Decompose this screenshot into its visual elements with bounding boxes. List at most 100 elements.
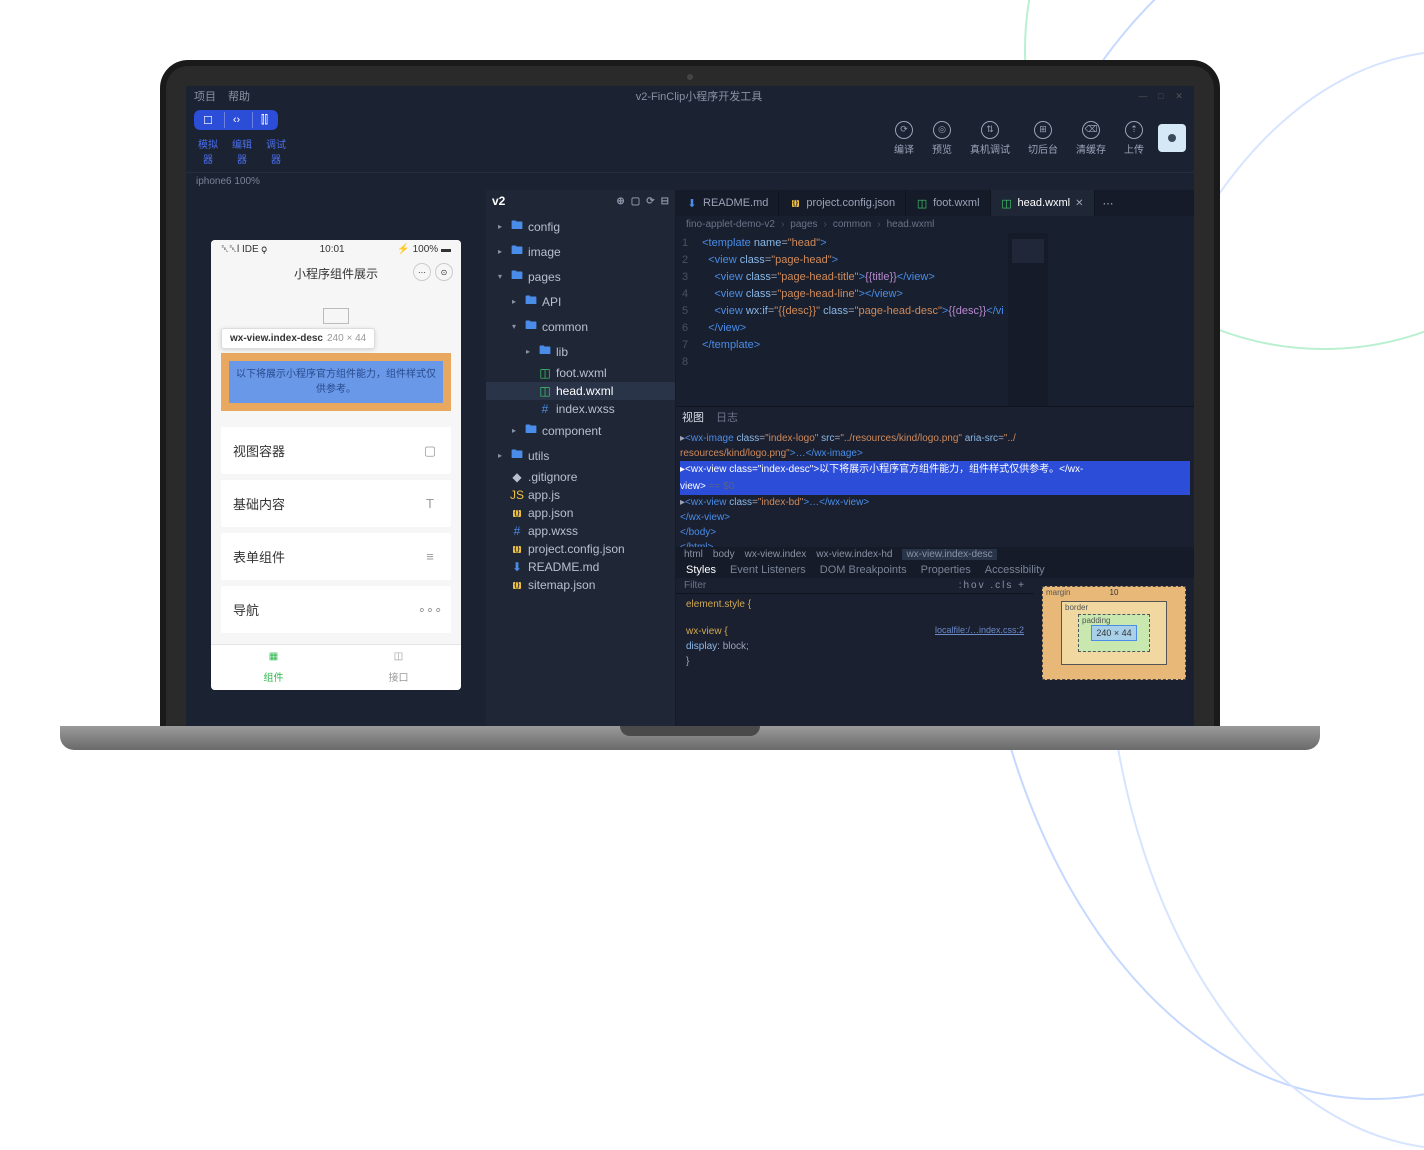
- tree-item[interactable]: ▸🖿API: [486, 289, 675, 314]
- action-2[interactable]: ⇅ 真机调试: [970, 121, 1010, 156]
- tree-item[interactable]: #app.wxss: [486, 522, 675, 540]
- styles-filter-actions[interactable]: :hov .cls +: [959, 580, 1026, 591]
- tree-item[interactable]: {}project.config.json: [486, 540, 675, 558]
- devtools-subtab[interactable]: Styles: [686, 564, 716, 576]
- titlebar: 项目 帮助 v2-FinClip小程序开发工具 — □ ✕: [186, 86, 1194, 106]
- editor-tab[interactable]: ◫foot.wxml: [906, 190, 990, 216]
- action-0[interactable]: ⟳ 编译: [894, 121, 914, 156]
- line-gutter: 12345678: [676, 233, 698, 406]
- tree-item[interactable]: ▸🖿lib: [486, 339, 675, 364]
- breadcrumb-segment[interactable]: common: [833, 219, 871, 230]
- editor-tab[interactable]: {}project.config.json: [779, 190, 906, 216]
- tree-item[interactable]: ▸🖿utils: [486, 443, 675, 468]
- menu-help[interactable]: 帮助: [228, 88, 250, 104]
- tree-item[interactable]: #index.wxss: [486, 400, 675, 418]
- folder-icon: 🖿: [525, 316, 537, 337]
- styles-filter-input[interactable]: Filter: [684, 580, 706, 591]
- action-5[interactable]: ⇡ 上传: [1124, 121, 1144, 156]
- dom-crumb[interactable]: body: [713, 549, 735, 560]
- editor-tab[interactable]: ⬇README.md: [676, 190, 779, 216]
- devtools-tab-console[interactable]: 日志: [716, 409, 738, 425]
- new-folder-icon[interactable]: ▢: [631, 196, 640, 207]
- phone-menu-icon[interactable]: ⋯: [413, 263, 431, 281]
- minimap[interactable]: [1008, 233, 1048, 406]
- phone-tab[interactable]: ◫接口: [336, 645, 461, 690]
- tree-item[interactable]: ◫head.wxml: [486, 382, 675, 400]
- inspect-highlight-margin: 以下将展示小程序官方组件能力，组件样式仅供参考。: [221, 353, 451, 411]
- dom-crumb[interactable]: wx-view.index: [745, 549, 807, 560]
- tab-close-icon[interactable]: ✕: [1075, 198, 1083, 209]
- action-4[interactable]: ⌫ 清缓存: [1076, 121, 1106, 156]
- tree-item[interactable]: ◆.gitignore: [486, 468, 675, 486]
- refresh-icon[interactable]: ⟳: [646, 196, 654, 207]
- action-label: 预览: [932, 141, 952, 156]
- collapse-icon[interactable]: ⊟: [661, 196, 669, 207]
- tree-item-label: foot.wxml: [556, 366, 607, 380]
- css-rule[interactable]: element.style {: [676, 594, 1034, 615]
- phone-close-icon[interactable]: ⊙: [435, 263, 453, 281]
- list-item[interactable]: 视图容器 ▢: [221, 427, 451, 474]
- folder-icon: 🖿: [525, 420, 537, 441]
- list-item[interactable]: 导航 ∘∘∘: [221, 586, 451, 633]
- mode-label-editor: 编辑器: [228, 136, 256, 166]
- styles-pane[interactable]: Filter :hov .cls + element.style {</span…: [676, 578, 1034, 726]
- view-mode-toggle[interactable]: ☐ ‹› ⫿⫿: [194, 110, 278, 130]
- list-item-icon: ∘∘∘: [421, 601, 439, 619]
- tab-overflow-icon[interactable]: ⋯: [1095, 190, 1122, 216]
- list-item[interactable]: 基础内容 T: [221, 480, 451, 527]
- laptop-frame: 项目 帮助 v2-FinClip小程序开发工具 — □ ✕ ☐ ‹›: [160, 60, 1220, 750]
- action-3[interactable]: ⊞ 切后台: [1028, 121, 1058, 156]
- action-1[interactable]: ◎ 预览: [932, 121, 952, 156]
- list-item[interactable]: 表单组件 ≡: [221, 533, 451, 580]
- tree-item[interactable]: {}app.json: [486, 504, 675, 522]
- breadcrumb-segment[interactable]: pages: [790, 219, 817, 230]
- phone-tab[interactable]: ▦组件: [211, 645, 336, 690]
- tree-item[interactable]: JSapp.js: [486, 486, 675, 504]
- css-rule[interactable]: localfile:/…index.css:2wx-view { display…: [676, 621, 1034, 672]
- devtools-subtab[interactable]: Accessibility: [985, 564, 1045, 576]
- list-item-label: 基础内容: [233, 494, 285, 513]
- tree-item[interactable]: ▸🖿component: [486, 418, 675, 443]
- code-editor[interactable]: 12345678 <template name="head"> <view cl…: [676, 233, 1194, 406]
- tree-item[interactable]: ▾🖿common: [486, 314, 675, 339]
- close-icon[interactable]: ✕: [1172, 90, 1186, 102]
- breadcrumb-segment[interactable]: fino-applet-demo-v2: [686, 219, 775, 230]
- maximize-icon[interactable]: □: [1154, 90, 1168, 102]
- menu-project[interactable]: 项目: [194, 88, 216, 104]
- devtools-subtab[interactable]: Event Listeners: [730, 564, 806, 576]
- dom-tree[interactable]: ▸<wx-image class="index-logo" src="../re…: [676, 427, 1194, 547]
- action-label: 切后台: [1028, 141, 1058, 156]
- tree-item[interactable]: ▸🖿image: [486, 239, 675, 264]
- action-label: 上传: [1124, 141, 1144, 156]
- dom-crumb[interactable]: wx-view.index-desc: [902, 549, 996, 560]
- debug-icon[interactable]: ⫿⫿: [252, 112, 276, 128]
- dom-crumb[interactable]: wx-view.index-hd: [816, 549, 892, 560]
- box-model: margin 10 border padding 240 × 44: [1034, 578, 1194, 726]
- dom-crumb[interactable]: html: [684, 549, 703, 560]
- dom-breadcrumb[interactable]: html body wx-view.index wx-view.index-hd wx-…: [676, 547, 1194, 562]
- tree-item-label: lib: [556, 345, 568, 359]
- devtools-subtab[interactable]: DOM Breakpoints: [820, 564, 907, 576]
- phone-icon[interactable]: ☐: [196, 112, 220, 128]
- breadcrumb-segment[interactable]: head.wxml: [887, 219, 935, 230]
- devtools-subtab[interactable]: Properties: [921, 564, 971, 576]
- tree-item-label: app.json: [528, 506, 573, 520]
- folder-icon: 🖿: [511, 266, 523, 287]
- tree-item[interactable]: ◫foot.wxml: [486, 364, 675, 382]
- code-icon[interactable]: ‹›: [224, 112, 248, 128]
- tree-item-label: image: [528, 245, 561, 259]
- editor-tab[interactable]: ◫head.wxml✕: [991, 190, 1095, 216]
- tree-item[interactable]: ▸🖿config: [486, 214, 675, 239]
- tab-label: head.wxml: [1018, 197, 1071, 209]
- inspect-highlight-content: 以下将展示小程序官方组件能力，组件样式仅供参考。: [229, 361, 443, 403]
- tree-item[interactable]: {}sitemap.json: [486, 576, 675, 594]
- action-label: 清缓存: [1076, 141, 1106, 156]
- tree-item[interactable]: ⬇README.md: [486, 558, 675, 576]
- new-file-icon[interactable]: ⊕: [616, 196, 624, 207]
- tree-item[interactable]: ▾🖿pages: [486, 264, 675, 289]
- project-root-label[interactable]: v2: [492, 194, 505, 208]
- action-icon: ⊞: [1034, 121, 1052, 139]
- avatar[interactable]: [1158, 124, 1186, 152]
- minimize-icon[interactable]: —: [1136, 90, 1150, 102]
- devtools-tab-elements[interactable]: 视图: [682, 409, 704, 425]
